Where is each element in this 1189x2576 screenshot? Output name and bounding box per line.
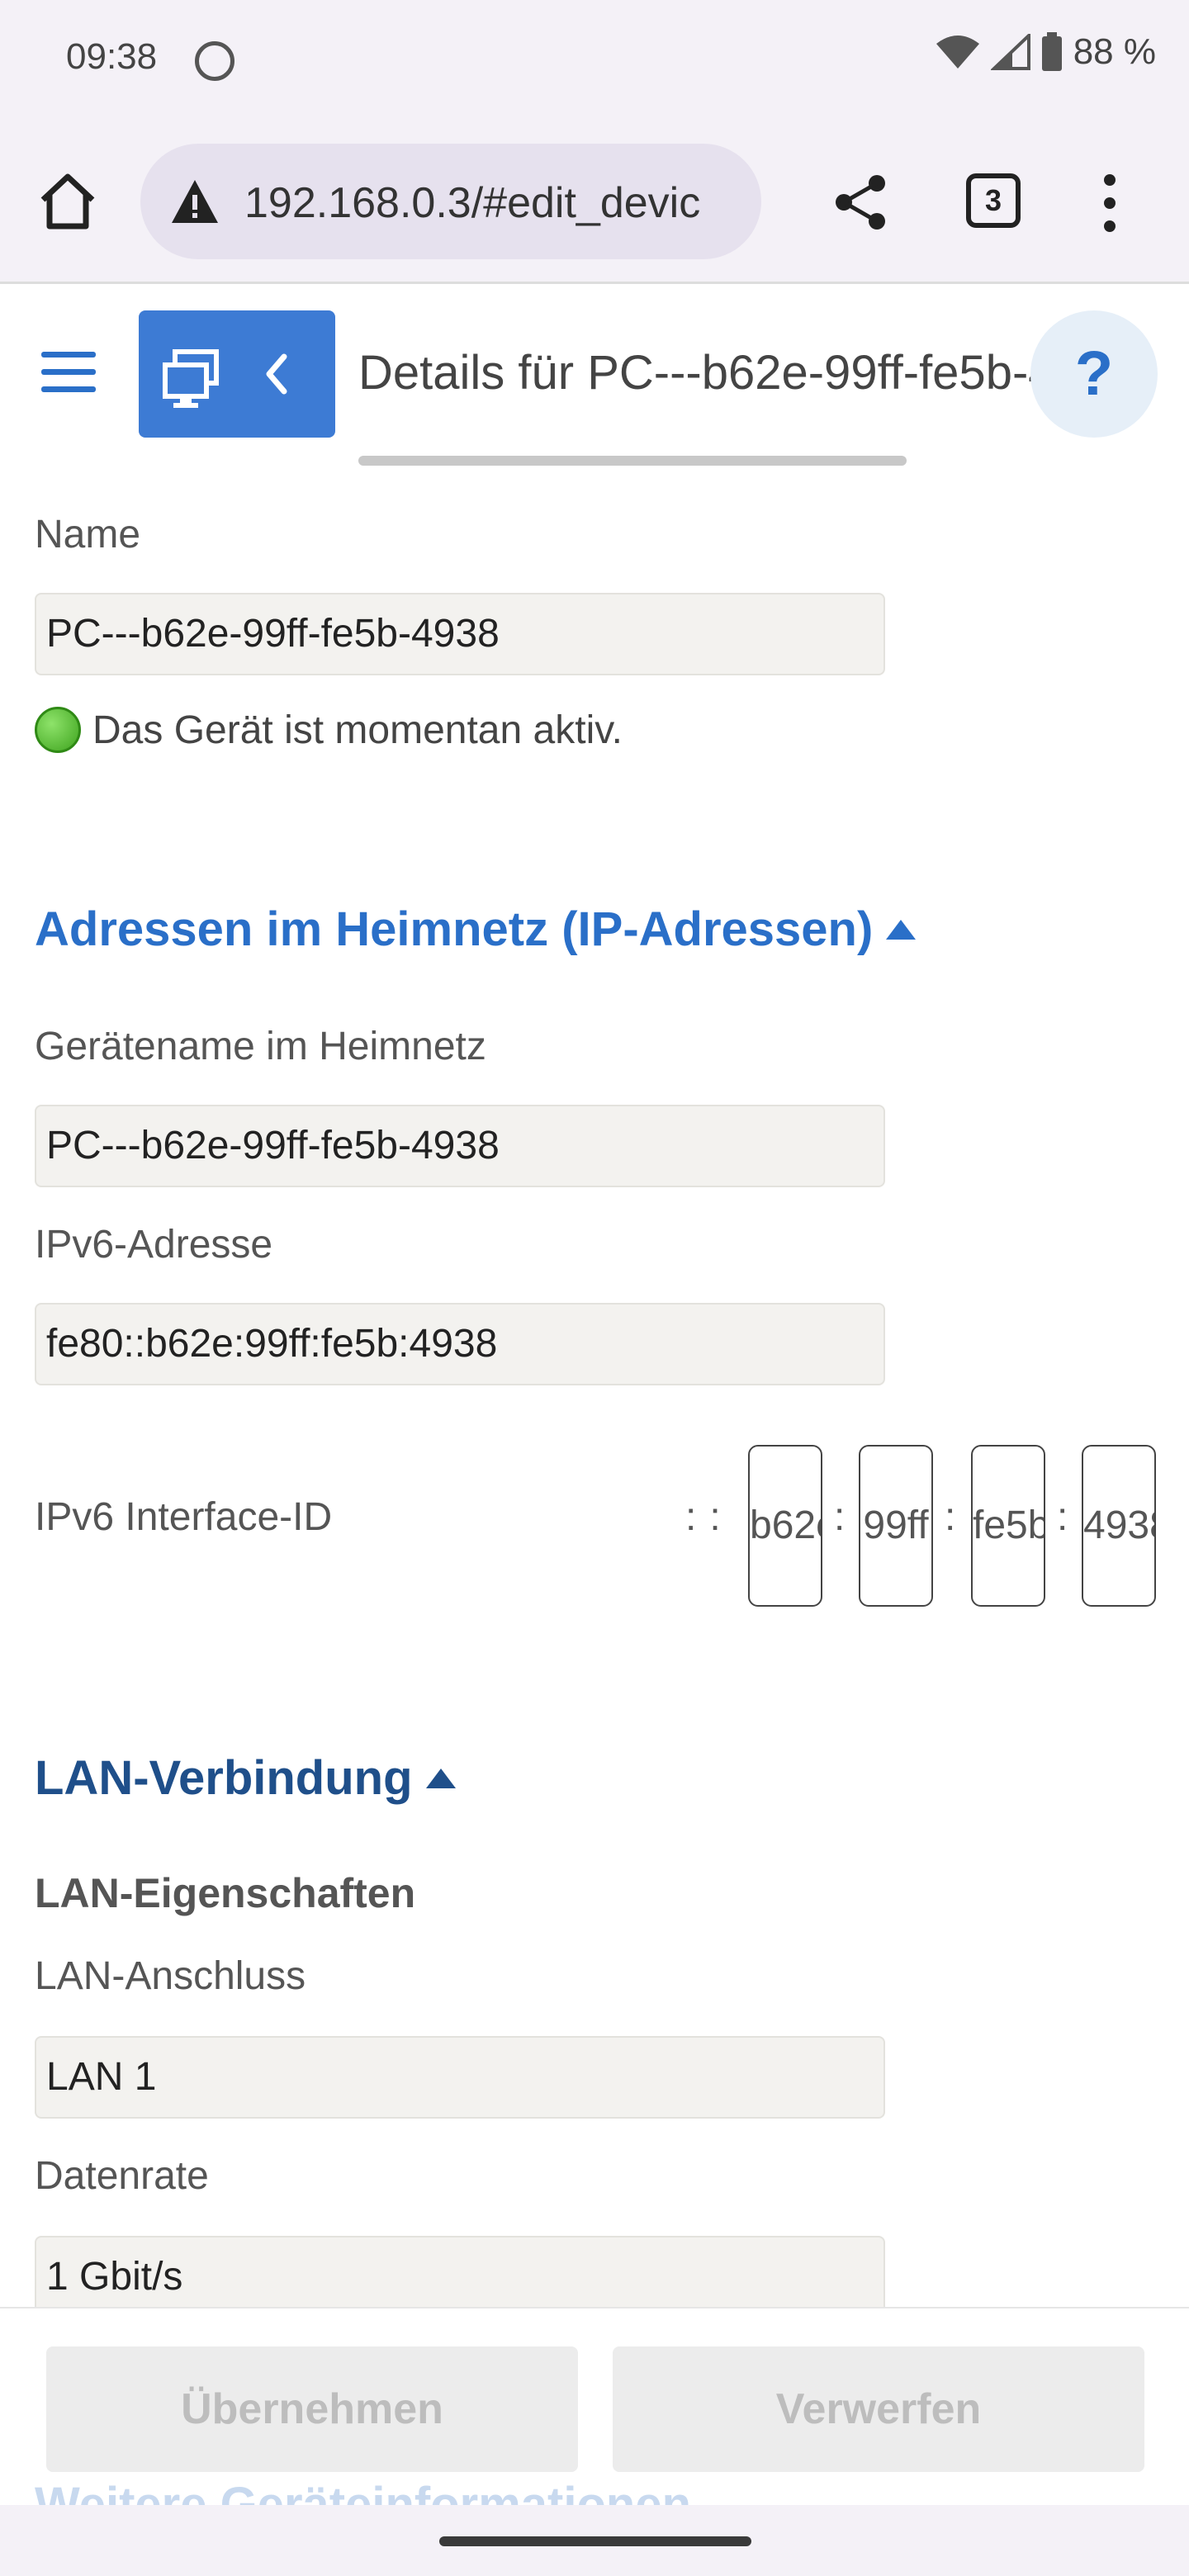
home-gesture-handle[interactable] xyxy=(439,2536,751,2546)
signal-icon xyxy=(990,34,1030,70)
warning-icon[interactable] xyxy=(170,178,220,225)
home-icon[interactable] xyxy=(36,170,99,233)
iid-field-3[interactable]: fe5b xyxy=(971,1445,1045,1607)
help-button[interactable]: ? xyxy=(1030,310,1158,438)
iid-separator: : xyxy=(945,1495,956,1539)
app-header: Details für PC---b62e-99ff-fe5b-4938 ? xyxy=(0,284,1189,474)
iid-field-2[interactable]: 99ff xyxy=(859,1445,933,1607)
lan-port-label: LAN-Anschluss xyxy=(35,1954,306,1998)
page-title: Details für PC---b62e-99ff-fe5b-4938 xyxy=(358,346,1035,400)
back-to-devices-button[interactable] xyxy=(139,310,335,438)
status-time: 09:38 xyxy=(66,36,158,77)
apply-button[interactable]: Übernehmen xyxy=(46,2346,578,2472)
browser-toolbar: 192.168.0.3/#edit_devic 3 xyxy=(0,116,1189,284)
ip-section-heading: Adressen im Heimnetz (IP-Adressen) xyxy=(35,902,874,956)
ipv6-field[interactable]: fe80::b62e:99ff:fe5b:4938 xyxy=(35,1303,885,1385)
iid-separator: : xyxy=(834,1495,846,1539)
system-nav-bar xyxy=(0,2505,1189,2576)
url-text[interactable]: 192.168.0.3/#edit_devic xyxy=(244,178,740,228)
battery-icon xyxy=(1041,32,1062,71)
collapse-icon xyxy=(886,919,917,940)
lan-section-toggle[interactable]: LAN-Verbindung xyxy=(35,1750,456,1806)
share-icon[interactable] xyxy=(832,173,890,231)
wifi-icon xyxy=(936,36,979,69)
iid-label: IPv6 Interface-ID xyxy=(35,1495,333,1539)
action-bar: Übernehmen Verwerfen xyxy=(0,2307,1189,2505)
ipv6-interface-id: IPv6 Interface-ID :: b62e : 99ff : fe5b … xyxy=(0,1445,1189,1607)
more-vert-icon[interactable] xyxy=(1093,170,1126,236)
discard-button[interactable]: Verwerfen xyxy=(613,2346,1144,2472)
ipv6-label: IPv6-Adresse xyxy=(35,1223,273,1267)
menu-icon[interactable] xyxy=(41,352,96,398)
lan-section-heading: LAN-Verbindung xyxy=(35,1751,413,1805)
status-active-icon xyxy=(35,707,81,753)
hostname-label: Gerätename im Heimnetz xyxy=(35,1025,486,1068)
name-field[interactable]: PC---b62e-99ff-fe5b-4938 xyxy=(35,593,885,675)
battery-percent: 88 % xyxy=(1073,31,1156,72)
data-rate-field[interactable]: 1 Gbit/s xyxy=(35,2236,885,2318)
device-status-text: Das Gerät ist momentan aktiv. xyxy=(92,708,623,752)
more-info-section-toggle[interactable]: Weitere Geräteinformationen xyxy=(35,2477,691,2508)
lan-port-field[interactable]: LAN 1 xyxy=(35,2036,885,2119)
hostname-field[interactable]: PC---b62e-99ff-fe5b-4938 xyxy=(35,1105,885,1187)
tab-switcher-button[interactable]: 3 xyxy=(966,173,1021,228)
device-status: Das Gerät ist momentan aktiv. xyxy=(35,707,623,753)
name-label: Name xyxy=(35,513,141,556)
notification-icon xyxy=(195,41,234,81)
title-scrollbar[interactable] xyxy=(358,456,907,466)
iid-prefix: :: xyxy=(685,1495,734,1539)
more-info-heading: Weitere Geräteinformationen xyxy=(35,2478,692,2508)
ip-section-toggle[interactable]: Adressen im Heimnetz (IP-Adressen) xyxy=(35,902,917,957)
iid-field-1[interactable]: b62e xyxy=(748,1445,822,1607)
status-icons: 88 % xyxy=(935,31,1156,73)
url-bar[interactable]: 192.168.0.3/#edit_devic xyxy=(140,144,761,259)
iid-field-4[interactable]: 4938 xyxy=(1082,1445,1156,1607)
status-bar: 09:38 88 % xyxy=(0,0,1189,116)
lan-properties-heading: LAN-Eigenschaften xyxy=(35,1870,416,1916)
data-rate-label: Datenrate xyxy=(35,2154,209,2198)
network-devices-icon xyxy=(163,349,287,408)
collapse-icon xyxy=(425,1768,456,1788)
iid-separator: : xyxy=(1057,1495,1068,1539)
